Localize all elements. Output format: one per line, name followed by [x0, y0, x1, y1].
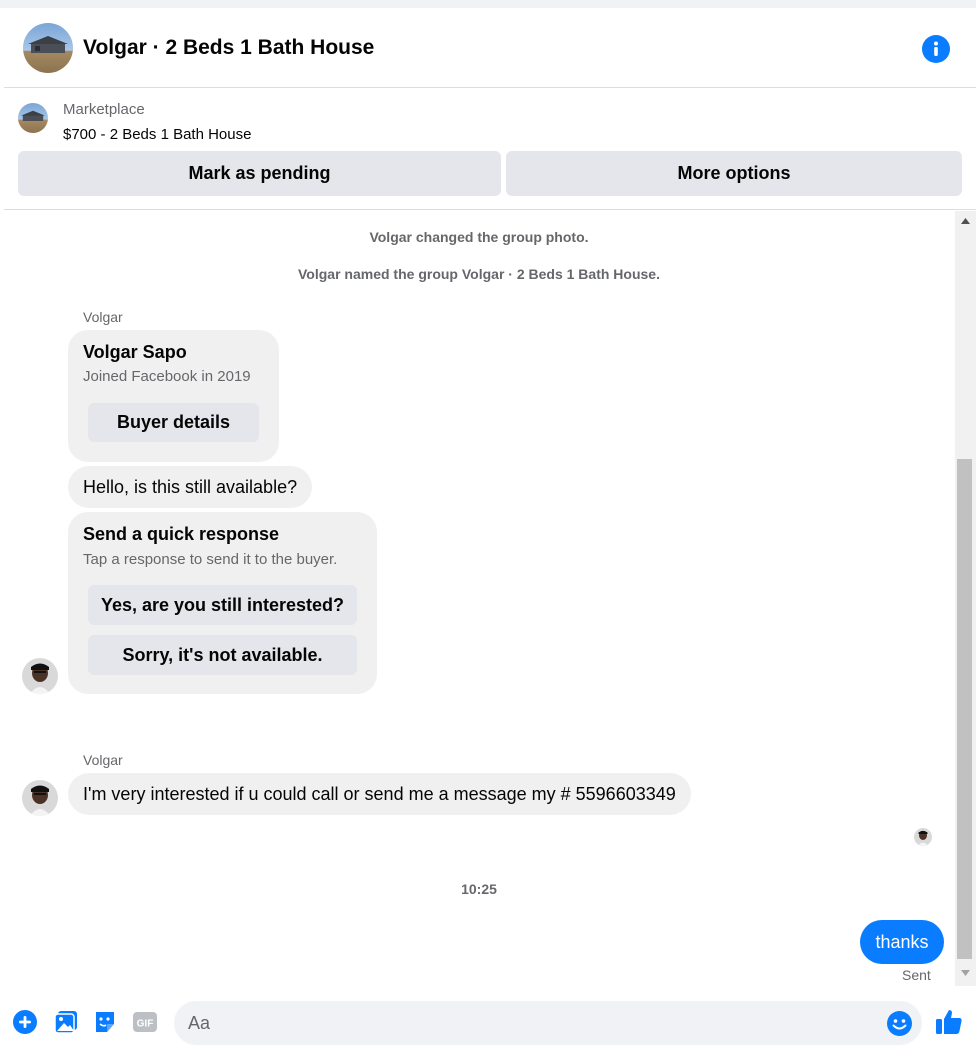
thumbs-up-icon[interactable]: [934, 1007, 964, 1037]
more-options-button[interactable]: More options: [506, 151, 962, 196]
scroll-down-arrow-icon[interactable]: [955, 963, 976, 983]
listing-thumbnail[interactable]: [18, 103, 48, 133]
plus-icon[interactable]: [12, 1009, 38, 1035]
buyer-details-button[interactable]: Buyer details: [88, 403, 259, 442]
message-composer: GIF: [0, 991, 976, 1057]
mark-as-pending-button[interactable]: Mark as pending: [18, 151, 501, 196]
quick-response-subtitle: Tap a response to send it to the buyer.: [83, 551, 338, 568]
group-avatar[interactable]: [23, 23, 73, 73]
buyer-joined: Joined Facebook in 2019: [83, 368, 251, 385]
sender-name: Volgar: [83, 309, 123, 325]
top-divider: [0, 0, 976, 8]
my-message-bubble[interactable]: thanks: [860, 920, 944, 964]
seen-avatar: [914, 828, 932, 846]
buyer-name: Volgar Sapo: [83, 342, 187, 362]
message-bubble[interactable]: I'm very interested if u could call or s…: [68, 773, 691, 815]
info-icon[interactable]: [922, 35, 950, 63]
sender-avatar[interactable]: [22, 658, 58, 694]
thread-scrollbar[interactable]: [955, 211, 976, 986]
listing-title[interactable]: $700 - 2 Beds 1 Bath House: [63, 126, 251, 143]
sender-avatar[interactable]: [22, 780, 58, 816]
conversation-title: Volgar · 2 Beds 1 Bath House: [83, 36, 375, 59]
gif-icon[interactable]: GIF: [132, 1009, 158, 1035]
emoji-icon[interactable]: [886, 1010, 913, 1037]
system-message: Volgar changed the group photo.: [369, 229, 589, 245]
sender-name: Volgar: [83, 752, 123, 768]
sticker-icon[interactable]: [92, 1009, 118, 1035]
quick-response-option[interactable]: Yes, are you still interested?: [88, 585, 357, 625]
buyer-card: Volgar Sapo Joined Facebook in 2019 Buye…: [68, 330, 279, 462]
quick-response-title: Send a quick response: [83, 524, 280, 544]
gif-label: GIF: [137, 1019, 154, 1030]
scroll-up-arrow-icon[interactable]: [955, 211, 976, 231]
quick-response-option[interactable]: Sorry, it's not available.: [88, 635, 357, 675]
image-icon[interactable]: [53, 1009, 79, 1035]
message-bubble[interactable]: Hello, is this still available?: [68, 466, 313, 508]
quick-response-card: Send a quick response Tap a response to …: [68, 512, 377, 694]
marketplace-banner: Marketplace $700 - 2 Beds 1 Bath House M…: [4, 89, 976, 210]
system-message: Volgar named the group Volgar · 2 Beds 1…: [298, 266, 660, 282]
conversation-header: Volgar · 2 Beds 1 Bath House: [4, 8, 976, 88]
message-input[interactable]: [174, 1001, 922, 1045]
message-thread: Volgar changed the group photo. Volgar n…: [4, 211, 976, 991]
scrollbar-thumb[interactable]: [957, 459, 972, 959]
marketplace-label: Marketplace: [63, 101, 145, 118]
timestamp: 10:25: [461, 881, 497, 897]
message-status: Sent: [902, 967, 931, 983]
